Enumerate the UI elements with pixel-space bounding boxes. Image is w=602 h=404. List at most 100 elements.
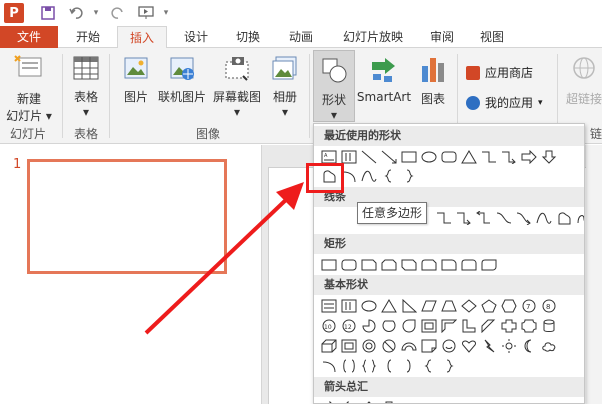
- slide-thumbnail[interactable]: [27, 159, 227, 274]
- right-arrow-shape-icon[interactable]: [519, 148, 539, 166]
- triangle-shape-icon[interactable]: [379, 297, 399, 315]
- tab-slideshow[interactable]: 幻灯片放映: [333, 26, 413, 48]
- curved-connector-shape-icon[interactable]: [494, 209, 514, 227]
- down-arrow-shape-icon[interactable]: [379, 399, 399, 403]
- save-icon[interactable]: [38, 3, 58, 23]
- curved-arrow-connector-shape-icon[interactable]: [514, 209, 534, 227]
- text-box-shape-icon[interactable]: [319, 297, 339, 315]
- parallelogram-shape-icon[interactable]: [419, 297, 439, 315]
- vertical-text-box-shape-icon[interactable]: [339, 297, 359, 315]
- present-icon[interactable]: [136, 3, 156, 23]
- folded-corner-shape-icon[interactable]: [419, 337, 439, 355]
- l-shape-icon[interactable]: [459, 317, 479, 335]
- diagonal-stripe-shape-icon[interactable]: [479, 317, 499, 335]
- donut-shape-icon[interactable]: [359, 337, 379, 355]
- frame-shape-icon[interactable]: [419, 317, 439, 335]
- half-frame-shape-icon[interactable]: [439, 317, 459, 335]
- line-shape-icon[interactable]: [359, 148, 379, 166]
- shapes-button[interactable]: 形状 ▾: [313, 50, 355, 122]
- curve-shape-icon[interactable]: [359, 167, 379, 185]
- lightning-bolt-shape-icon[interactable]: [479, 337, 499, 355]
- rectangle-shape-icon[interactable]: [399, 148, 419, 166]
- freeform-shape-icon[interactable]: [554, 209, 574, 227]
- left-brace-shape-icon[interactable]: [419, 357, 439, 375]
- undo-dropdown-icon[interactable]: ▾: [86, 3, 106, 23]
- plaque-shape-icon[interactable]: [519, 317, 539, 335]
- tab-view[interactable]: 视图: [470, 26, 514, 48]
- album-button[interactable]: 相册 ▾: [266, 54, 304, 119]
- right-brace-shape-icon[interactable]: [399, 167, 419, 185]
- my-apps-button[interactable]: 我的应用 ▾: [466, 94, 543, 111]
- online-picture-button[interactable]: 联机图片: [156, 54, 208, 105]
- triangle-shape-icon[interactable]: [459, 148, 479, 166]
- up-arrow-shape-icon[interactable]: [359, 399, 379, 403]
- snip-same-side-rectangle-shape-icon[interactable]: [379, 256, 399, 274]
- cloud-shape-icon[interactable]: [539, 337, 559, 355]
- right-bracket-shape-icon[interactable]: [399, 357, 419, 375]
- tab-insert[interactable]: 插入: [117, 26, 167, 49]
- down-arrow-shape-icon[interactable]: [539, 148, 559, 166]
- elbow-arrow-connector-shape-icon[interactable]: [499, 148, 519, 166]
- elbow-arrow-shape-icon[interactable]: [454, 209, 474, 227]
- block-arc-shape-icon[interactable]: [399, 337, 419, 355]
- picture-button[interactable]: 图片: [116, 54, 156, 105]
- snip-round-rectangle-shape-icon[interactable]: [419, 256, 439, 274]
- octagon-shape-icon[interactable]: 8: [539, 297, 559, 315]
- elbow-connector-shape-icon[interactable]: [479, 148, 499, 166]
- no-symbol-shape-icon[interactable]: [379, 337, 399, 355]
- diamond-shape-icon[interactable]: [459, 297, 479, 315]
- dodecagon-shape-icon[interactable]: 12: [339, 317, 359, 335]
- tab-animations[interactable]: 动画: [277, 26, 325, 48]
- tab-home[interactable]: 开始: [64, 26, 112, 48]
- elbow-connector-shape-icon[interactable]: [434, 209, 454, 227]
- moon-shape-icon[interactable]: [519, 337, 539, 355]
- snip-diagonal-rectangle-shape-icon[interactable]: [399, 256, 419, 274]
- round-corner-rectangle-shape-icon[interactable]: [439, 256, 459, 274]
- smartart-button[interactable]: SmartArt: [356, 54, 412, 104]
- rounded-rectangle-shape-icon[interactable]: [339, 256, 359, 274]
- customize-toolbar-icon[interactable]: ▾: [156, 3, 176, 23]
- curve-shape-icon[interactable]: [534, 209, 554, 227]
- snip-corner-rectangle-shape-icon[interactable]: [359, 256, 379, 274]
- cube-shape-icon[interactable]: [319, 337, 339, 355]
- decagon-shape-icon[interactable]: 10: [319, 317, 339, 335]
- rectangle-shape-icon[interactable]: [319, 256, 339, 274]
- arrow-line-shape-icon[interactable]: [379, 148, 399, 166]
- elbow-double-arrow-shape-icon[interactable]: [474, 209, 494, 227]
- sun-shape-icon[interactable]: [499, 337, 519, 355]
- screenshot-button[interactable]: 屏幕截图 ▾: [210, 54, 264, 119]
- chord-shape-icon[interactable]: [379, 317, 399, 335]
- chart-button[interactable]: 图表: [416, 54, 450, 107]
- teardrop-shape-icon[interactable]: [399, 317, 419, 335]
- tab-transitions[interactable]: 切换: [224, 26, 272, 48]
- oval-shape-icon[interactable]: [359, 297, 379, 315]
- round-same-side-rectangle-shape-icon[interactable]: [459, 256, 479, 274]
- right-triangle-shape-icon[interactable]: [399, 297, 419, 315]
- scribble-shape-icon[interactable]: [574, 209, 584, 227]
- cross-shape-icon[interactable]: [499, 317, 519, 335]
- right-brace-shape-icon[interactable]: [439, 357, 459, 375]
- pie-shape-icon[interactable]: [359, 317, 379, 335]
- round-diagonal-rectangle-shape-icon[interactable]: [479, 256, 499, 274]
- right-arrow-shape-icon[interactable]: [319, 399, 339, 403]
- hyperlink-button[interactable]: 超链接: [562, 54, 602, 107]
- undo-icon[interactable]: [66, 3, 86, 23]
- bevel-shape-icon[interactable]: [339, 337, 359, 355]
- table-button[interactable]: 表格 ▾: [68, 54, 104, 119]
- trapezoid-shape-icon[interactable]: [439, 297, 459, 315]
- can-shape-icon[interactable]: [539, 317, 559, 335]
- heart-shape-icon[interactable]: [459, 337, 479, 355]
- hexagon-shape-icon[interactable]: [499, 297, 519, 315]
- arc-shape-icon[interactable]: [319, 357, 339, 375]
- app-store-button[interactable]: 应用商店: [466, 64, 533, 81]
- smiley-face-shape-icon[interactable]: [439, 337, 459, 355]
- oval-shape-icon[interactable]: [419, 148, 439, 166]
- tab-review[interactable]: 审阅: [420, 26, 464, 48]
- right-scroll-area[interactable]: [586, 145, 602, 404]
- tab-file[interactable]: 文件: [0, 26, 58, 48]
- tab-design[interactable]: 设计: [172, 26, 220, 48]
- left-brace-shape-icon[interactable]: [379, 167, 399, 185]
- rounded-rectangle-shape-icon[interactable]: [439, 148, 459, 166]
- heptagon-shape-icon[interactable]: 7: [519, 297, 539, 315]
- redo-icon[interactable]: [108, 3, 128, 23]
